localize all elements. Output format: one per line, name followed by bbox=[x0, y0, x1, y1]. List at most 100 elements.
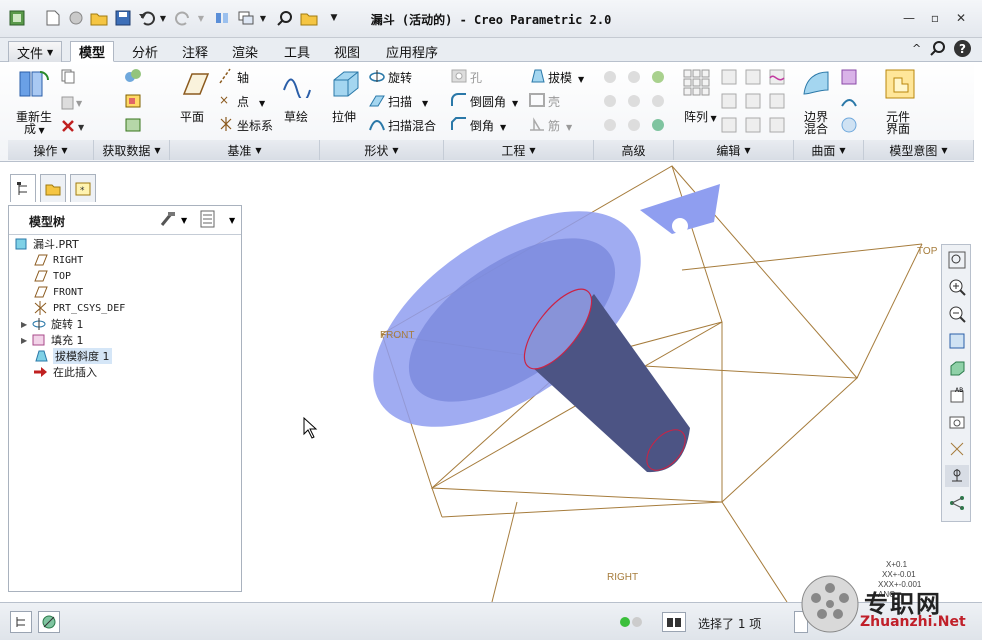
group-operations[interactable]: 操作 ▼ bbox=[8, 140, 94, 160]
regenerate-label-2[interactable]: 成 ▼ bbox=[24, 120, 45, 137]
plane-label[interactable]: 平面 bbox=[180, 108, 204, 125]
find-icon[interactable] bbox=[662, 612, 686, 632]
swept-blend-label[interactable]: 扫描混合 bbox=[388, 117, 436, 134]
tab-applications[interactable]: 应用程序 bbox=[378, 41, 446, 62]
tab-view[interactable]: 视图 bbox=[326, 41, 368, 62]
minimize-ribbon-icon[interactable]: ^ bbox=[912, 42, 921, 55]
surface-tools-icon[interactable] bbox=[840, 68, 858, 141]
tab-model[interactable]: 模型 bbox=[70, 41, 115, 62]
tab-render[interactable]: 渲染 bbox=[224, 41, 266, 62]
close-button[interactable]: ✕ bbox=[952, 10, 970, 26]
revolve-label[interactable]: 旋转 bbox=[388, 69, 412, 86]
ribbon-search-icon[interactable] bbox=[930, 40, 946, 59]
favorites-tab[interactable]: * bbox=[70, 174, 96, 202]
plane-icon[interactable] bbox=[178, 70, 210, 101]
tree-item-csys[interactable]: PRT_CSYS_DEF bbox=[33, 301, 125, 315]
round-label[interactable]: 倒圆角 ▼ bbox=[470, 93, 518, 110]
group-model-intent[interactable]: 模型意图 ▼ bbox=[864, 140, 974, 160]
csys-icon[interactable] bbox=[218, 116, 234, 135]
shell-icon[interactable] bbox=[528, 92, 546, 111]
edit-tools-icon[interactable] bbox=[720, 68, 790, 141]
tree-item-front[interactable]: FRONT bbox=[33, 285, 83, 299]
status-indicator-icon bbox=[632, 617, 642, 627]
axis-label[interactable]: 轴 bbox=[237, 69, 249, 86]
annotation-display-icon[interactable] bbox=[945, 465, 969, 487]
rib-label[interactable]: 筋 ▼ bbox=[548, 117, 572, 134]
group-get-data[interactable]: 获取数据 ▼ bbox=[94, 140, 170, 160]
group-shapes[interactable]: 形状 ▼ bbox=[320, 140, 444, 160]
tree-item-draft[interactable]: 拔模斜度 1 bbox=[33, 348, 112, 364]
boundary-blend-icon[interactable] bbox=[800, 68, 832, 103]
group-editing[interactable]: 编辑 ▼ bbox=[674, 140, 794, 160]
datum-display-icon[interactable] bbox=[945, 438, 969, 460]
copy-icon[interactable] bbox=[60, 68, 76, 87]
tab-analysis[interactable]: 分析 bbox=[124, 41, 166, 62]
shell-label[interactable]: 壳 bbox=[548, 93, 560, 110]
chamfer-icon[interactable] bbox=[450, 116, 468, 135]
swept-blend-icon[interactable] bbox=[368, 116, 386, 135]
regenerate-icon[interactable] bbox=[18, 68, 50, 103]
maximize-button[interactable]: ▫ bbox=[926, 10, 944, 26]
tree-item-top[interactable]: TOP bbox=[33, 269, 71, 283]
shrinkwrap-icon[interactable] bbox=[124, 117, 142, 136]
refit-icon[interactable] bbox=[945, 249, 969, 271]
component-interface-label-2[interactable]: 界面 bbox=[886, 120, 910, 137]
minimize-button[interactable]: — bbox=[900, 10, 918, 26]
tree-columns-icon[interactable]: ▼ bbox=[199, 210, 239, 231]
csys-label[interactable]: 坐标系 bbox=[237, 117, 273, 134]
rib-icon[interactable] bbox=[528, 116, 546, 135]
tree-item-right[interactable]: RIGHT bbox=[33, 253, 83, 267]
axis-icon[interactable] bbox=[218, 68, 232, 87]
sketch-label[interactable]: 草绘 bbox=[284, 108, 308, 125]
group-surfaces[interactable]: 曲面 ▼ bbox=[794, 140, 864, 160]
pattern-label[interactable]: 阵列 ▼ bbox=[684, 108, 717, 125]
zoom-out-icon[interactable] bbox=[945, 303, 969, 325]
pattern-icon[interactable] bbox=[682, 68, 712, 101]
extrude-label[interactable]: 拉伸 bbox=[332, 108, 356, 125]
tree-item-insert-here[interactable]: 在此插入 bbox=[33, 365, 97, 379]
tab-tools[interactable]: 工具 bbox=[276, 41, 318, 62]
sketch-icon[interactable] bbox=[282, 70, 312, 102]
hole-label[interactable]: 孔 bbox=[470, 69, 482, 86]
extrude-icon[interactable] bbox=[330, 68, 360, 101]
show-browser-icon[interactable] bbox=[38, 611, 60, 633]
sweep-icon[interactable] bbox=[368, 92, 386, 111]
repaint-icon[interactable] bbox=[945, 330, 969, 352]
group-advanced[interactable]: 高级 bbox=[594, 140, 674, 160]
hole-icon[interactable] bbox=[450, 68, 468, 87]
copy-geometry-icon[interactable] bbox=[124, 93, 142, 112]
tree-settings-icon[interactable]: ▼ bbox=[159, 210, 189, 231]
group-datum[interactable]: 基准 ▼ bbox=[170, 140, 320, 160]
group-engineering[interactable]: 工程 ▼ bbox=[444, 140, 594, 160]
display-style-icon[interactable] bbox=[945, 357, 969, 379]
tab-file[interactable]: 文件 ▼ bbox=[8, 41, 63, 62]
point-label[interactable]: 点 ▼ bbox=[237, 93, 265, 110]
help-icon[interactable]: ? bbox=[954, 40, 971, 57]
sweep-label[interactable]: 扫描 ▼ bbox=[388, 93, 428, 110]
draft-icon[interactable] bbox=[528, 68, 546, 87]
paste-icon[interactable]: ▼ bbox=[60, 94, 84, 113]
folder-browser-tab[interactable] bbox=[40, 174, 66, 202]
zoom-in-icon[interactable] bbox=[945, 276, 969, 298]
show-navigator-icon[interactable] bbox=[10, 611, 32, 633]
svg-text:▼: ▼ bbox=[181, 216, 188, 225]
model-tree-tab[interactable] bbox=[10, 174, 36, 202]
graphics-window[interactable]: TOP FRONT RIGHT X+0.1 XX+-0.01 XXX+-0.00… bbox=[242, 162, 974, 603]
revolve-icon[interactable] bbox=[368, 68, 386, 87]
tree-item-fill[interactable]: ▶ 填充 1 bbox=[21, 333, 84, 347]
spin-center-icon[interactable] bbox=[945, 492, 969, 514]
delete-icon[interactable]: ▼ bbox=[60, 118, 88, 137]
chamfer-label[interactable]: 倒角 ▼ bbox=[470, 117, 506, 134]
boundary-blend-label-2[interactable]: 混合 bbox=[804, 120, 828, 137]
advanced-tools-icon[interactable] bbox=[602, 68, 666, 141]
tree-item-revolve[interactable]: ▶ 旋转 1 bbox=[21, 317, 84, 331]
component-interface-icon[interactable] bbox=[884, 68, 916, 103]
view-manager-icon[interactable] bbox=[945, 411, 969, 433]
point-icon[interactable]: × bbox=[218, 92, 232, 111]
saved-orientations-icon[interactable]: AB bbox=[945, 384, 969, 406]
tree-item-part[interactable]: 漏斗.PRT bbox=[15, 237, 79, 251]
tab-annotate[interactable]: 注释 bbox=[174, 41, 216, 62]
round-icon[interactable] bbox=[450, 92, 468, 111]
draft-label[interactable]: 拔模 ▼ bbox=[548, 69, 584, 86]
user-defined-feature-icon[interactable] bbox=[124, 68, 142, 87]
